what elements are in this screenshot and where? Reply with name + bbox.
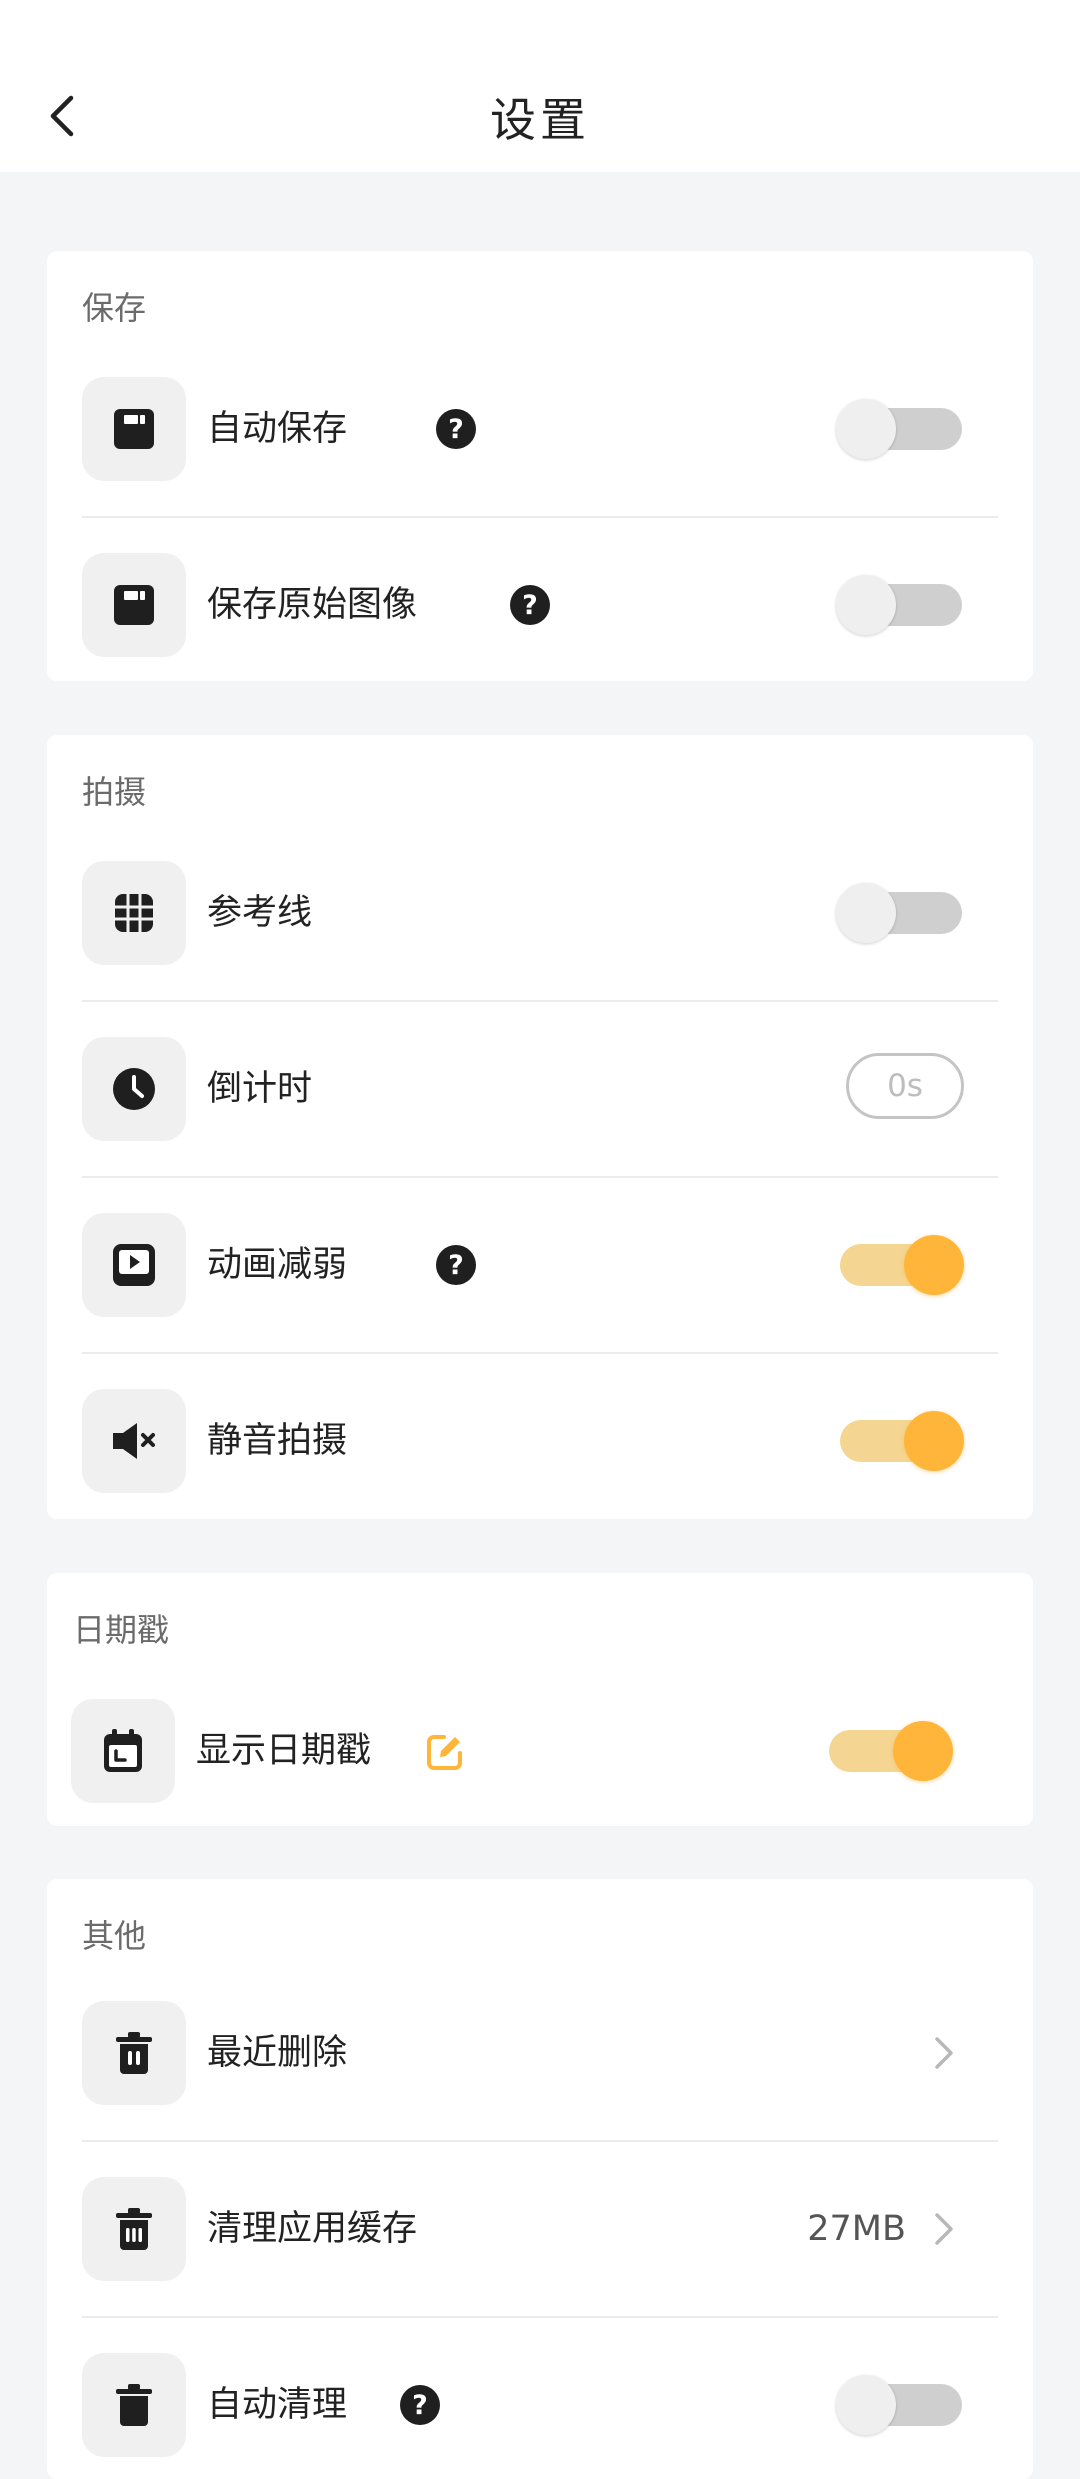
section-title: 日期戳 (73, 1611, 170, 1649)
auto-save-toggle[interactable] (836, 399, 964, 459)
setting-label: 自动保存 (207, 409, 348, 449)
date-section-card: 日期戳 显示日期戳 (47, 1573, 1033, 1826)
trash-icon (82, 2001, 186, 2105)
save-icon (82, 377, 186, 481)
setting-row-countdown: 倒计时 0s (82, 1037, 998, 1141)
section-title: 保存 (82, 289, 147, 327)
save-original-toggle[interactable] (836, 575, 964, 635)
section-title: 其他 (82, 1917, 147, 1955)
broom-trash-icon (82, 2177, 186, 2281)
divider (82, 1000, 998, 1002)
setting-label: 清理应用缓存 (207, 2209, 418, 2249)
setting-row-auto-clean: 自动清理 ? (82, 2353, 998, 2457)
edit-icon[interactable] (424, 1731, 466, 1773)
setting-label: 保存原始图像 (207, 585, 418, 625)
setting-row-grid-lines: 参考线 (82, 861, 998, 965)
setting-row-recently-deleted[interactable]: 最近删除 (82, 2001, 998, 2105)
setting-row-auto-save: 自动保存 ? (82, 377, 998, 481)
grid-icon (82, 861, 186, 965)
divider (82, 516, 998, 518)
other-section-card: 其他 最近删除 清理应用缓存 27MB 自动清理 ? (47, 1879, 1033, 2479)
grid-lines-toggle[interactable] (836, 883, 964, 943)
setting-row-save-original: 保存原始图像 ? (82, 553, 998, 657)
setting-row-reduce-animation: 动画减弱 ? (82, 1213, 998, 1317)
divider (82, 1352, 998, 1354)
trash-icon (82, 2353, 186, 2457)
chevron-right-icon (935, 2037, 953, 2069)
page-title: 设置 (490, 93, 590, 147)
app-header: 设置 (0, 0, 1080, 172)
setting-label: 动画减弱 (207, 1245, 348, 1285)
setting-row-mute-shoot: 静音拍摄 (82, 1389, 998, 1493)
help-icon[interactable]: ? (436, 409, 476, 449)
setting-label: 倒计时 (207, 1069, 313, 1109)
countdown-value-pill[interactable]: 0s (846, 1053, 964, 1119)
setting-label: 显示日期戳 (196, 1731, 372, 1771)
divider (82, 2316, 998, 2318)
calendar-icon (71, 1699, 175, 1803)
mute-icon (82, 1389, 186, 1493)
cache-size-value: 27MB (807, 2209, 906, 2249)
divider (82, 1176, 998, 1178)
show-date-stamp-toggle[interactable] (825, 1721, 953, 1781)
auto-clean-toggle[interactable] (836, 2375, 964, 2435)
reduce-animation-toggle[interactable] (836, 1235, 964, 1295)
shoot-section-card: 拍摄 参考线 倒计时 0s 动画减弱 ? 静音拍摄 (47, 735, 1033, 1519)
help-icon[interactable]: ? (400, 2385, 440, 2425)
mute-shoot-toggle[interactable] (836, 1411, 964, 1471)
help-icon[interactable]: ? (510, 585, 550, 625)
save-section-card: 保存 自动保存 ? 保存原始图像 ? (47, 251, 1033, 681)
setting-label: 参考线 (207, 893, 313, 933)
chevron-right-icon (935, 2213, 953, 2245)
setting-label: 静音拍摄 (207, 1421, 348, 1461)
play-square-icon (82, 1213, 186, 1317)
save-icon (82, 553, 186, 657)
section-title: 拍摄 (82, 773, 147, 811)
setting-row-clear-cache[interactable]: 清理应用缓存 27MB (82, 2177, 998, 2281)
divider (82, 2140, 998, 2142)
setting-label: 自动清理 (207, 2385, 348, 2425)
help-icon[interactable]: ? (436, 1245, 476, 1285)
setting-row-show-date-stamp: 显示日期戳 (71, 1699, 987, 1803)
setting-label: 最近删除 (207, 2033, 348, 2073)
clock-icon (82, 1037, 186, 1141)
